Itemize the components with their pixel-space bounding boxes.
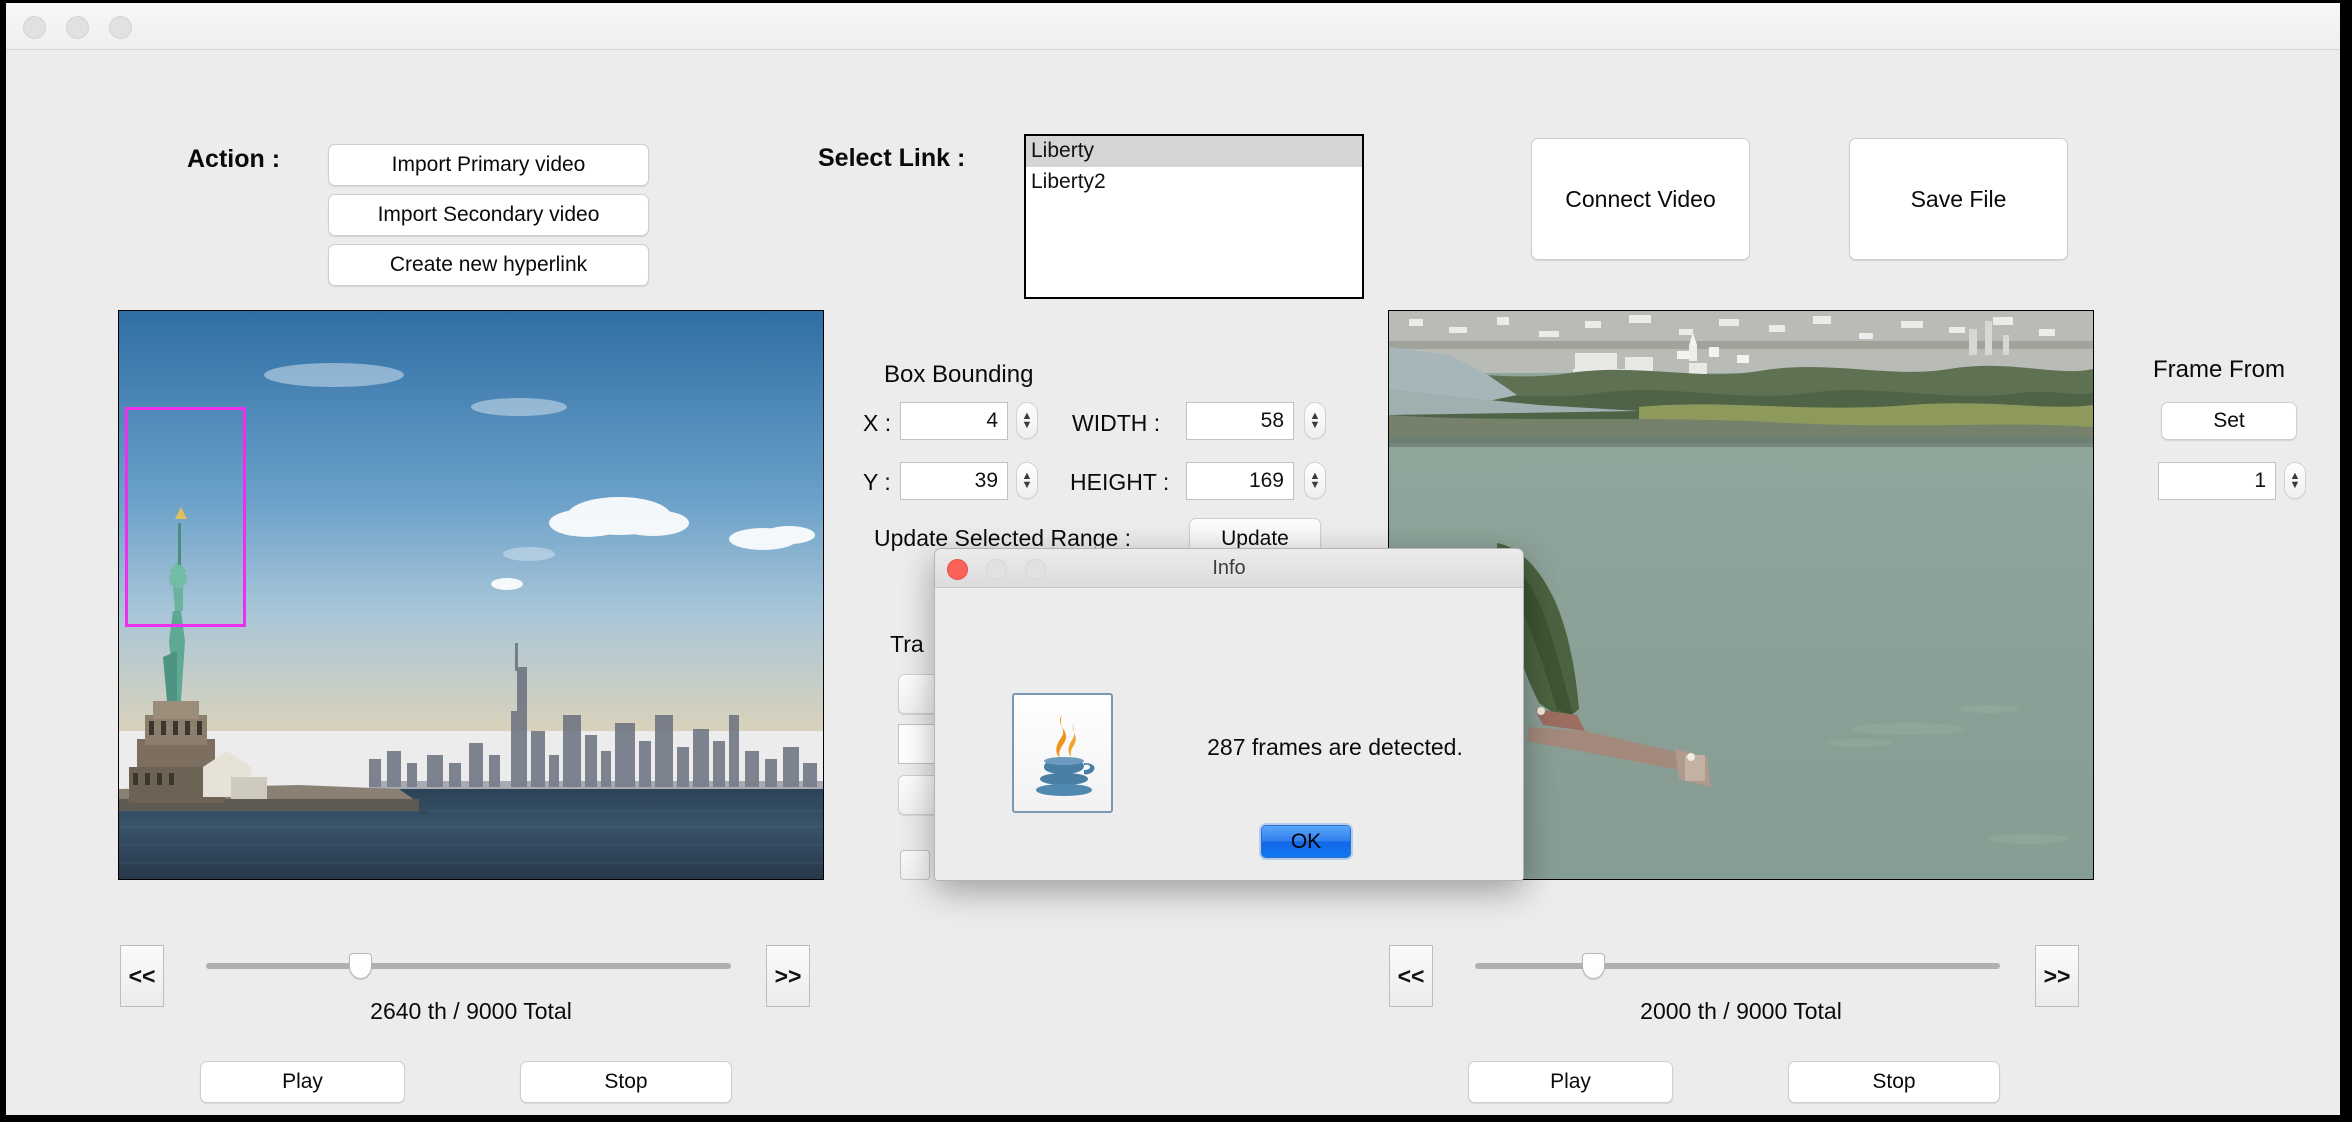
- window-titlebar: [6, 3, 2340, 50]
- bbox-height-label: HEIGHT :: [1070, 469, 1170, 495]
- info-dialog-body: 287 frames are detected. OK: [935, 588, 1523, 880]
- chevron-down-icon[interactable]: ▼: [1310, 479, 1321, 490]
- frame-from-input[interactable]: 1: [2158, 462, 2276, 500]
- list-item[interactable]: Liberty2: [1026, 167, 1362, 198]
- bbox-height-input[interactable]: 169: [1186, 462, 1294, 500]
- tracking-checkbox[interactable]: [900, 850, 930, 880]
- java-coffee-cup-icon: [1012, 693, 1113, 813]
- bbox-x-input[interactable]: 4: [900, 402, 1008, 440]
- frame-from-stepper[interactable]: ▲ ▼: [2284, 462, 2306, 499]
- primary-slider-knob[interactable]: [349, 953, 372, 979]
- bbox-x-stepper[interactable]: ▲ ▼: [1016, 402, 1038, 439]
- screen: Action : Import Primary video Import Sec…: [0, 0, 2352, 1122]
- create-new-hyperlink-button[interactable]: Create new hyperlink: [328, 244, 649, 286]
- info-dialog: Info 287 frames are detected. OK: [934, 548, 1524, 881]
- bbox-width-label: WIDTH :: [1072, 410, 1161, 436]
- close-icon[interactable]: [23, 16, 46, 39]
- chevron-down-icon[interactable]: ▼: [1022, 419, 1033, 430]
- primary-video-view[interactable]: [118, 310, 824, 880]
- window-traffic-lights: [23, 16, 132, 39]
- action-label: Action :: [187, 145, 281, 173]
- secondary-stop-button[interactable]: Stop: [1788, 1061, 2000, 1103]
- list-item[interactable]: Liberty: [1026, 136, 1362, 167]
- box-bounding-title: Box Bounding: [884, 361, 1034, 388]
- info-dialog-traffic-lights: [947, 559, 1046, 580]
- dialog-close-icon[interactable]: [947, 559, 968, 580]
- java-logo-svg: [1036, 715, 1095, 796]
- save-file-button[interactable]: Save File: [1849, 138, 2068, 260]
- primary-frame-position: 2640 th / 9000 Total: [370, 998, 572, 1024]
- chevron-down-icon[interactable]: ▼: [1022, 479, 1033, 490]
- frame-from-label: Frame From: [2153, 356, 2285, 383]
- secondary-play-button[interactable]: Play: [1468, 1061, 1673, 1103]
- import-secondary-video-button[interactable]: Import Secondary video: [328, 194, 649, 236]
- application-window: Action : Import Primary video Import Sec…: [6, 3, 2340, 1115]
- info-dialog-title: Info: [1212, 556, 1246, 579]
- primary-stop-button[interactable]: Stop: [520, 1061, 732, 1103]
- secondary-frame-position: 2000 th / 9000 Total: [1640, 998, 1842, 1024]
- bbox-width-input[interactable]: 58: [1186, 402, 1294, 440]
- bbox-height-stepper[interactable]: ▲ ▼: [1304, 462, 1326, 499]
- dialog-zoom-icon[interactable]: [1025, 559, 1046, 580]
- primary-play-button[interactable]: Play: [200, 1061, 405, 1103]
- bbox-y-stepper[interactable]: ▲ ▼: [1016, 462, 1038, 499]
- secondary-slider-knob[interactable]: [1582, 953, 1605, 979]
- link-listbox[interactable]: Liberty Liberty2: [1024, 134, 1364, 299]
- chevron-down-icon[interactable]: ▼: [1310, 419, 1321, 430]
- primary-video-slider[interactable]: [206, 963, 731, 969]
- chevron-down-icon[interactable]: ▼: [2290, 479, 2301, 490]
- info-dialog-message: 287 frames are detected.: [1207, 734, 1463, 760]
- frame-from-set-button[interactable]: Set: [2161, 402, 2297, 440]
- window-content: Action : Import Primary video Import Sec…: [6, 50, 2340, 1115]
- bbox-y-input[interactable]: 39: [900, 462, 1008, 500]
- bbox-y-label: Y :: [863, 469, 891, 495]
- connect-video-button[interactable]: Connect Video: [1531, 138, 1750, 260]
- info-dialog-titlebar: Info: [935, 549, 1523, 588]
- tracking-label: Tra: [890, 631, 924, 657]
- info-dialog-ok-button[interactable]: OK: [1261, 825, 1351, 858]
- bbox-width-stepper[interactable]: ▲ ▼: [1304, 402, 1326, 439]
- bounding-box-overlay[interactable]: [125, 407, 246, 627]
- minimize-icon[interactable]: [66, 16, 89, 39]
- secondary-video-slider[interactable]: [1475, 963, 2000, 969]
- dialog-minimize-icon[interactable]: [986, 559, 1007, 580]
- zoom-icon[interactable]: [109, 16, 132, 39]
- import-primary-video-button[interactable]: Import Primary video: [328, 144, 649, 186]
- select-link-label: Select Link :: [818, 144, 966, 172]
- bbox-x-label: X :: [863, 410, 892, 436]
